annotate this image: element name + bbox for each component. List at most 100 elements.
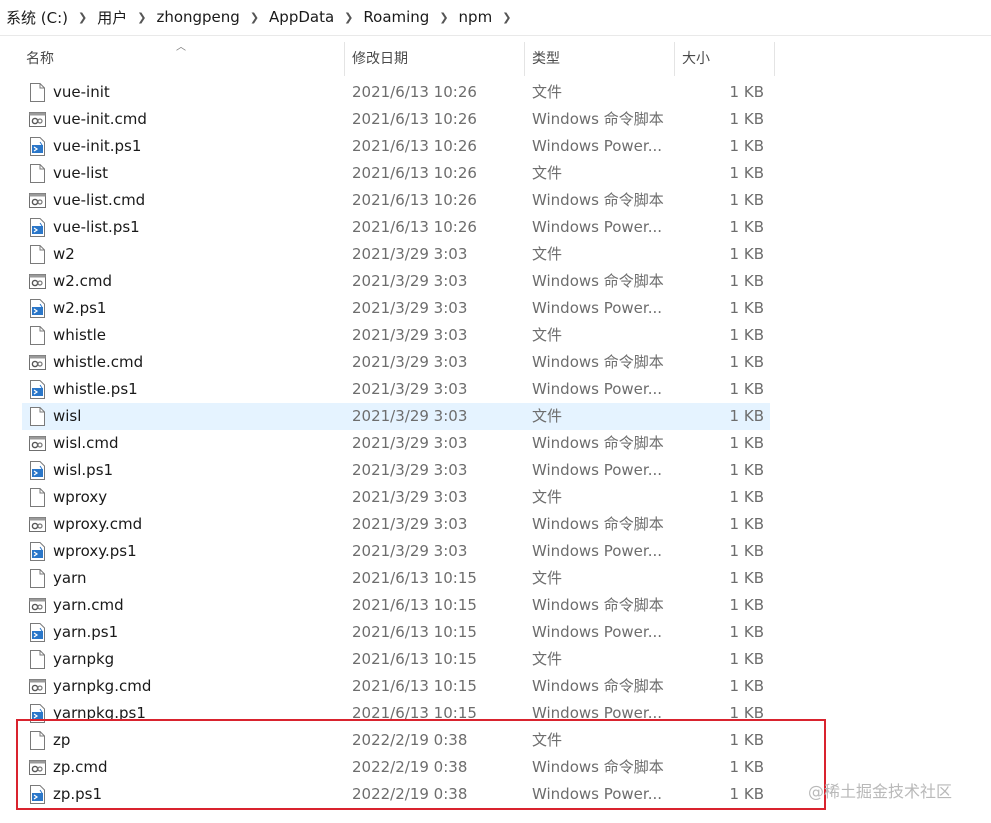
file-type: Windows 命令脚本 <box>532 596 664 614</box>
powershell-script-icon <box>29 299 46 318</box>
file-modified-date: 2021/3/29 3:03 <box>352 299 468 317</box>
file-name: vue-init.cmd <box>53 110 147 128</box>
file-type: 文件 <box>532 407 563 425</box>
file-row[interactable]: vue-init.ps1 2021/6/13 10:26 Windows Power… <box>22 133 770 160</box>
column-resize-handle[interactable] <box>344 42 345 76</box>
file-row[interactable]: vue-init.cmd 2021/6/13 10:26 Windows 命令脚本 1… <box>22 106 770 133</box>
cmd-script-icon <box>29 434 46 453</box>
file-modified-date: 2021/3/29 3:03 <box>352 272 468 290</box>
file-size: 1 KB <box>729 569 764 587</box>
breadcrumb-item-drive[interactable]: 系统 (C:) <box>0 7 74 28</box>
breadcrumb-item-npm[interactable]: npm <box>453 8 499 26</box>
file-type: Windows Power... <box>532 380 663 398</box>
breadcrumb-item-users[interactable]: 用户 <box>91 7 133 28</box>
file-type: 文件 <box>532 326 563 344</box>
file-modified-date: 2021/6/13 10:15 <box>352 650 477 668</box>
file-type: Windows 命令脚本 <box>532 515 664 533</box>
file-modified-date: 2021/6/13 10:15 <box>352 623 477 641</box>
file-size: 1 KB <box>729 83 764 101</box>
chevron-right-icon[interactable]: ❯ <box>340 11 357 24</box>
file-row[interactable]: yarn.cmd 2021/6/13 10:15 Windows 命令脚本 1 KB <box>22 592 770 619</box>
file-type: Windows 命令脚本 <box>532 677 664 695</box>
powershell-script-icon <box>29 623 46 642</box>
file-row[interactable]: yarn.ps1 2021/6/13 10:15 Windows Power... 1… <box>22 619 770 646</box>
breadcrumb-item-roaming[interactable]: Roaming <box>357 8 435 26</box>
file-icon <box>29 488 46 507</box>
file-name: yarn.ps1 <box>53 623 119 641</box>
file-type: 文件 <box>532 650 563 668</box>
file-size: 1 KB <box>729 218 764 236</box>
chevron-right-icon[interactable]: ❯ <box>246 11 263 24</box>
file-row[interactable]: vue-list.ps1 2021/6/13 10:26 Windows Power… <box>22 214 770 241</box>
cmd-script-icon <box>29 515 46 534</box>
powershell-script-icon <box>29 542 46 561</box>
file-name: wisl.cmd <box>53 434 119 452</box>
file-row[interactable]: wproxy.cmd 2021/3/29 3:03 Windows 命令脚本 1 KB <box>22 511 770 538</box>
column-header-name[interactable]: 名称 <box>26 42 54 76</box>
file-modified-date: 2021/3/29 3:03 <box>352 461 468 479</box>
file-modified-date: 2021/6/13 10:26 <box>352 137 477 155</box>
file-name: vue-list.ps1 <box>53 218 140 236</box>
file-row[interactable]: vue-list 2021/6/13 10:26 文件 1 KB <box>22 160 770 187</box>
file-row[interactable]: whistle.ps1 2021/3/29 3:03 Windows Power..… <box>22 376 770 403</box>
column-resize-handle[interactable] <box>674 42 675 76</box>
chevron-right-icon[interactable]: ❯ <box>435 11 452 24</box>
file-modified-date: 2021/6/13 10:26 <box>352 218 477 236</box>
chevron-right-icon[interactable]: ❯ <box>74 11 91 24</box>
file-size: 1 KB <box>729 488 764 506</box>
breadcrumb-item-user[interactable]: zhongpeng <box>150 8 245 26</box>
file-name: wproxy.ps1 <box>53 542 137 560</box>
file-row[interactable]: wisl.ps1 2021/3/29 3:03 Windows Power... 1 … <box>22 457 770 484</box>
file-type: 文件 <box>532 245 563 263</box>
file-modified-date: 2021/6/13 10:26 <box>352 83 477 101</box>
file-modified-date: 2021/6/13 10:15 <box>352 569 477 587</box>
file-row[interactable]: vue-init 2021/6/13 10:26 文件 1 KB <box>22 79 770 106</box>
breadcrumb-item-appdata[interactable]: AppData <box>263 8 340 26</box>
file-modified-date: 2021/6/13 10:26 <box>352 110 477 128</box>
column-header-type[interactable]: 类型 <box>532 42 560 76</box>
file-icon <box>29 245 46 264</box>
file-size: 1 KB <box>729 164 764 182</box>
file-name: yarnpkg.cmd <box>53 677 152 695</box>
file-row[interactable]: vue-list.cmd 2021/6/13 10:26 Windows 命令脚本 1… <box>22 187 770 214</box>
file-row[interactable]: yarnpkg 2021/6/13 10:15 文件 1 KB <box>22 646 770 673</box>
chevron-right-icon[interactable]: ❯ <box>498 11 515 24</box>
file-name: whistle.ps1 <box>53 380 138 398</box>
file-modified-date: 2021/6/13 10:26 <box>352 164 477 182</box>
file-row[interactable]: wproxy.ps1 2021/3/29 3:03 Windows Power...… <box>22 538 770 565</box>
powershell-script-icon <box>29 137 46 156</box>
powershell-script-icon <box>29 380 46 399</box>
cmd-script-icon <box>29 191 46 210</box>
column-resize-handle[interactable] <box>774 42 775 76</box>
chevron-right-icon[interactable]: ❯ <box>133 11 150 24</box>
file-row[interactable]: w2.ps1 2021/3/29 3:03 Windows Power... 1 KB <box>22 295 770 322</box>
column-resize-handle[interactable] <box>524 42 525 76</box>
file-row[interactable]: whistle.cmd 2021/3/29 3:03 Windows 命令脚本 1 K… <box>22 349 770 376</box>
file-name: wisl <box>53 407 82 425</box>
file-size: 1 KB <box>729 542 764 560</box>
file-row[interactable]: w2.cmd 2021/3/29 3:03 Windows 命令脚本 1 KB <box>22 268 770 295</box>
file-size: 1 KB <box>729 407 764 425</box>
file-type: 文件 <box>532 488 563 506</box>
file-type: Windows Power... <box>532 137 663 155</box>
file-type: Windows 命令脚本 <box>532 110 664 128</box>
column-header-date[interactable]: 修改日期 <box>352 42 408 76</box>
file-size: 1 KB <box>729 515 764 533</box>
file-row[interactable]: yarn 2021/6/13 10:15 文件 1 KB <box>22 565 770 592</box>
file-modified-date: 2021/3/29 3:03 <box>352 380 468 398</box>
file-modified-date: 2021/3/29 3:03 <box>352 245 468 263</box>
file-type: Windows 命令脚本 <box>532 353 664 371</box>
watermark: @稀土掘金技术社区 <box>808 782 953 801</box>
file-row[interactable]: wisl 2021/3/29 3:03 文件 1 KB <box>22 403 770 430</box>
file-row[interactable]: wisl.cmd 2021/3/29 3:03 Windows 命令脚本 1 KB <box>22 430 770 457</box>
file-name: vue-init.ps1 <box>53 137 142 155</box>
column-header-size[interactable]: 大小 <box>682 42 710 76</box>
file-type: 文件 <box>532 569 563 587</box>
file-icon <box>29 83 46 102</box>
file-row[interactable]: w2 2021/3/29 3:03 文件 1 KB <box>22 241 770 268</box>
file-row[interactable]: yarnpkg.cmd 2021/6/13 10:15 Windows 命令脚本 1 … <box>22 673 770 700</box>
file-row[interactable]: whistle 2021/3/29 3:03 文件 1 KB <box>22 322 770 349</box>
file-row[interactable]: wproxy 2021/3/29 3:03 文件 1 KB <box>22 484 770 511</box>
file-modified-date: 2021/6/13 10:15 <box>352 596 477 614</box>
file-icon <box>29 326 46 345</box>
